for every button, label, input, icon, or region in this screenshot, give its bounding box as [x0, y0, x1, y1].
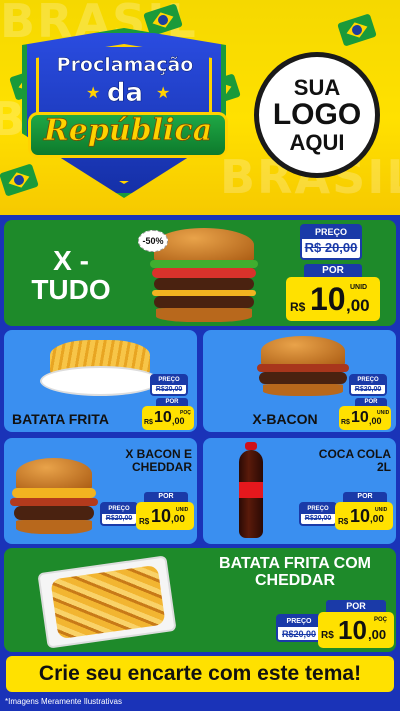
old-price-label: PREÇO — [302, 226, 360, 239]
old-price-value: R$20,00 — [304, 515, 332, 522]
cta-text: Crie seu encarte com este tema! — [38, 662, 362, 685]
product-name: X-BACON — [252, 411, 318, 427]
currency-symbol: R$ — [139, 517, 150, 526]
product-name: X BACON E CHEDDAR — [106, 448, 192, 473]
product-name: COCA COLA 2L — [283, 448, 391, 473]
old-price-label: PREÇO — [152, 376, 186, 385]
discount-badge: -50% — [138, 230, 168, 252]
product-name: BATATA FRITA — [12, 411, 109, 427]
burger-image — [255, 336, 351, 398]
price-integer: 10 — [151, 506, 172, 526]
old-price-value: R$20,00 — [281, 629, 317, 639]
product-name: BATATA FRITA COM CHEDDAR — [200, 555, 390, 590]
price-decimal: ,00 — [368, 627, 387, 642]
price-box: R$ 10 ,00 POÇ — [142, 406, 194, 430]
unit-label: POÇ — [374, 617, 388, 623]
product-name-line-2: TUDO — [31, 274, 111, 306]
logo-text-line-3: AQUI — [289, 129, 345, 155]
price-decimal: ,00 — [370, 514, 384, 525]
title-line-2: da — [106, 78, 144, 108]
product-name-line-1: BATATA FRITA COM — [219, 555, 371, 572]
currency-symbol: R$ — [290, 300, 306, 314]
old-price-value: R$20,00 — [354, 386, 382, 393]
brazil-flag-icon — [0, 163, 39, 197]
product-card-batata-frita: BATATA FRITA PREÇO R$20,00 POR R$ 10 ,00… — [4, 330, 197, 432]
soda-bottle-image — [235, 442, 267, 540]
product-name-line-2: 2L — [376, 459, 391, 474]
price-box: R$ 10 ,00 UNID — [286, 277, 380, 321]
product-name-line-1: X BACON E — [125, 447, 192, 461]
old-price-label: PREÇO — [351, 376, 385, 385]
por-label: POR — [304, 264, 362, 278]
unit-label: UNID — [176, 507, 189, 513]
price-box: R$ 10 ,00 UNID — [136, 502, 194, 530]
old-price-value: R$ 20,00 — [304, 240, 358, 255]
por-label: POR — [343, 492, 387, 502]
price-box: R$ 10 ,00 POÇ — [318, 612, 394, 648]
old-price-label: PREÇO — [301, 504, 335, 514]
logo-text-line-1: SUA — [293, 75, 341, 101]
product-name-line-2: CHEDDAR — [255, 571, 335, 589]
price-decimal: ,00 — [369, 416, 382, 426]
product-name-line-1: X - — [53, 245, 89, 276]
burger-image — [10, 458, 100, 540]
por-label: POR — [326, 600, 386, 612]
old-price-box: PREÇO R$20,00 — [100, 502, 138, 526]
price-integer: 10 — [338, 615, 367, 645]
price-box: R$ 10 ,00 UNID — [335, 502, 393, 530]
product-name: X - TUDO — [26, 246, 116, 305]
disclaimer-text: *Imagens Meramente Ilustrativas — [5, 697, 122, 706]
title-line-3: República — [43, 113, 213, 148]
price-integer: 10 — [154, 409, 172, 426]
brazil-flag-icon — [337, 13, 377, 47]
currency-symbol: R$ — [144, 419, 153, 426]
product-card-x-bacon-cheddar: X BACON E CHEDDAR PREÇO R$20,00 POR R$ 1… — [4, 438, 197, 544]
old-price-box: PREÇO R$ 20,00 — [300, 224, 362, 260]
fries-image — [40, 336, 160, 398]
unit-label: POÇ — [180, 410, 191, 416]
logo-text-line-2: LOGO — [272, 98, 362, 132]
unit-label: UNID — [350, 284, 368, 291]
price-decimal: ,00 — [172, 416, 185, 426]
currency-symbol: R$ — [341, 419, 350, 426]
product-card-x-tudo: X - TUDO -50% PREÇO R$ 20,00 POR R$ 10 ,… — [4, 220, 396, 326]
por-label: POR — [144, 492, 188, 502]
old-price-label: PREÇO — [278, 616, 320, 627]
header-banner: BRASIL BRASIL BRASIL Proclamação ★ da ★ … — [0, 0, 400, 215]
price-integer: 10 — [310, 281, 346, 317]
old-price-box: PREÇO R$20,00 — [276, 614, 322, 642]
title-line-1: Proclamação — [56, 54, 194, 76]
unit-label: UNID — [377, 410, 390, 416]
cheddar-fries-image — [37, 554, 178, 649]
product-card-batata-cheddar: BATATA FRITA COM CHEDDAR PREÇO R$20,00 P… — [4, 548, 396, 652]
cta-banner[interactable]: Crie seu encarte com este tema! — [6, 656, 394, 692]
price-integer: 10 — [350, 506, 371, 526]
currency-symbol: R$ — [338, 517, 349, 526]
old-price-value: R$20,00 — [155, 386, 183, 393]
old-price-box: PREÇO R$20,00 — [349, 374, 387, 396]
product-name-line-2: CHEDDAR — [132, 459, 192, 474]
old-price-box: PREÇO R$20,00 — [150, 374, 188, 396]
logo-placeholder: SUA LOGO AQUI — [254, 52, 380, 178]
product-name-line-1: COCA COLA — [318, 447, 391, 461]
old-price-value: R$20,00 — [105, 515, 133, 522]
currency-symbol: R$ — [321, 630, 334, 641]
product-card-x-bacon: X-BACON PREÇO R$20,00 POR R$ 10 ,00 UNID — [203, 330, 396, 432]
price-decimal: ,00 — [171, 514, 185, 525]
star-icon: ★ — [156, 85, 171, 102]
price-decimal: ,00 — [346, 296, 370, 315]
product-card-coca-cola: COCA COLA 2L PREÇO R$20,00 POR R$ 10 ,00… — [203, 438, 396, 544]
price-box: R$ 10 ,00 UNID — [339, 406, 391, 430]
old-price-label: PREÇO — [102, 504, 136, 514]
price-integer: 10 — [351, 409, 369, 426]
old-price-box: PREÇO R$20,00 — [299, 502, 337, 526]
unit-label: UNID — [375, 507, 388, 513]
